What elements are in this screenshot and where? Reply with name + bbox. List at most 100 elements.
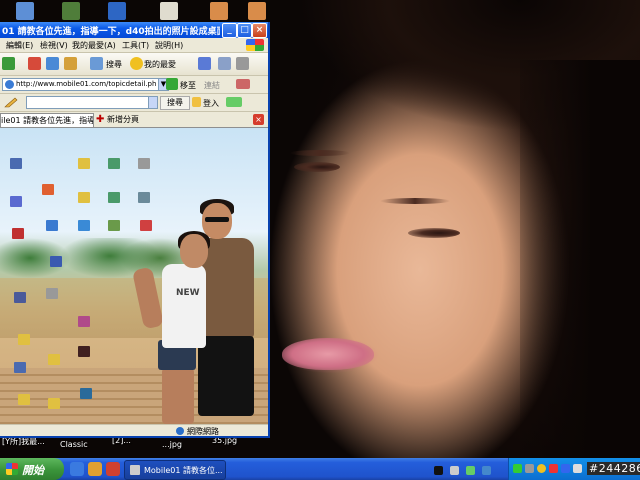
photo-desktop-icon (14, 292, 26, 303)
toolbar-search-input[interactable] (26, 96, 154, 109)
title-bar[interactable]: 01 請教各位先進，指導一下，d40拍出的照片設成桌面，會... _ □ × (0, 22, 268, 38)
search-icon[interactable] (90, 57, 103, 70)
photo-desktop-icon (80, 388, 92, 399)
desktop-label[interactable]: ...jpg (162, 440, 182, 449)
print-icon[interactable] (236, 57, 249, 70)
menu-favorites[interactable]: 我的最愛(A) (72, 40, 116, 51)
photo-desktop-icon (138, 192, 150, 203)
history-icon[interactable] (198, 57, 211, 70)
home-icon[interactable] (64, 57, 77, 70)
page-content-photo: NEW (0, 128, 268, 424)
address-text: http://www.mobile01.com/topicdetail.php?… (16, 80, 156, 88)
photo-desktop-icon (12, 228, 24, 239)
wallpaper-eye-right (408, 228, 460, 238)
pencil-icon[interactable] (4, 97, 18, 108)
photo-woman-legs (162, 368, 194, 424)
desktop-icon-3[interactable] (108, 2, 126, 20)
photo-woman-shirt (162, 264, 206, 348)
favorites-star-icon[interactable] (130, 57, 143, 70)
photo-desktop-icon (14, 362, 26, 373)
menu-edit[interactable]: 編輯(E) (6, 40, 33, 51)
desktop-icon-6[interactable] (248, 2, 266, 20)
tab-active[interactable]: ile01 請教各位先進，指導... (0, 113, 94, 127)
toolbar: 搜尋 我的最愛 (0, 53, 268, 76)
menu-tools[interactable]: 工具(T) (122, 40, 149, 51)
start-button[interactable]: 開始 (0, 458, 64, 480)
desktop-icon-4[interactable] (160, 2, 178, 20)
toolbar-extra-icon[interactable] (226, 97, 242, 107)
windows-logo-icon (246, 39, 264, 51)
photo-desktop-icon (108, 220, 120, 231)
minimize-button[interactable]: _ (222, 23, 237, 38)
links-label[interactable]: 連結 (204, 80, 220, 91)
desktop-icon-1[interactable] (16, 2, 34, 20)
wallpaper-brow-left (290, 150, 350, 156)
login-button[interactable]: 登入 (203, 98, 219, 109)
photo-desktop-icon (108, 158, 120, 169)
photo-woman-head (180, 234, 208, 268)
system-tray: #244286 (508, 458, 640, 480)
tray-icon[interactable] (466, 466, 475, 475)
new-tab-button[interactable]: ✚ 新增分頁 (96, 114, 146, 126)
taskbar: 開始 Mobile01 請教各位... #244286 (0, 458, 640, 480)
favorites-button[interactable]: 我的最愛 (144, 59, 176, 70)
forward-icon[interactable] (2, 57, 15, 70)
status-bar: 網際網路 (0, 424, 268, 436)
photo-folder-icon (48, 398, 60, 409)
address-bar: http://www.mobile01.com/topicdetail.php?… (0, 76, 268, 94)
quicklaunch-ie-icon[interactable] (70, 462, 84, 476)
photo-folder-icon (78, 192, 90, 203)
extension-icon[interactable] (236, 79, 250, 89)
photo-folder-icon (78, 158, 90, 169)
tray-icon[interactable] (450, 466, 459, 475)
close-tab-button[interactable]: × (253, 114, 264, 125)
menu-help[interactable]: 說明(H) (155, 40, 183, 51)
msn-icon[interactable] (537, 464, 546, 473)
photo-desktop-icon (10, 196, 22, 207)
close-button[interactable]: × (252, 23, 267, 38)
photo-man-legs (198, 336, 254, 416)
go-button[interactable]: 移至 (180, 80, 196, 91)
taskbar-item-label: Mobile01 請教各位... (144, 466, 223, 475)
stop-icon[interactable] (28, 57, 41, 70)
login-icon[interactable] (192, 97, 201, 107)
tray-icon[interactable] (549, 464, 558, 473)
tray-icon[interactable] (482, 466, 491, 475)
photo-desktop-icon (10, 158, 22, 169)
photo-desktop-icon (46, 288, 58, 299)
start-label: 開始 (22, 464, 44, 477)
toolbar-search-dropdown[interactable] (148, 96, 158, 109)
quicklaunch-icon[interactable] (106, 462, 120, 476)
search-button[interactable]: 搜尋 (106, 59, 122, 70)
internet-zone-icon (176, 427, 184, 435)
desktop-icon-5[interactable] (210, 2, 228, 20)
wallpaper-hair-side (520, 60, 640, 458)
menu-bar: 編輯(E) 檢視(V) 我的最愛(A) 工具(T) 說明(H) (0, 38, 268, 53)
photo-desktop-icon (78, 346, 90, 357)
volume-icon[interactable] (573, 464, 582, 473)
go-arrow-icon[interactable] (166, 78, 178, 90)
toolbar-search-button[interactable]: 搜尋 (160, 96, 190, 110)
photo-folder-icon (48, 354, 60, 365)
quicklaunch-icon[interactable] (88, 462, 102, 476)
tray-icon[interactable] (434, 466, 443, 475)
maximize-button[interactable]: □ (237, 23, 252, 38)
menu-view[interactable]: 檢視(V) (40, 40, 68, 51)
search-toolbar: 搜尋 登入 (0, 94, 268, 112)
desktop-icon-2[interactable] (62, 2, 80, 20)
photo-desktop-icon (138, 158, 150, 169)
refresh-icon[interactable] (46, 57, 59, 70)
wallpaper-brow-right (380, 198, 450, 204)
address-input[interactable]: http://www.mobile01.com/topicdetail.php?… (2, 78, 160, 91)
desktop-label[interactable]: Classic (60, 440, 88, 449)
photo-desktop-icon (46, 220, 58, 231)
network-icon[interactable] (561, 464, 570, 473)
status-zone-text: 網際網路 (187, 427, 219, 436)
tray-icon[interactable] (513, 464, 522, 473)
browser-window: 01 請教各位先進，指導一下，d40拍出的照片設成桌面，會... _ □ × 編… (0, 22, 270, 438)
windows-logo-icon (6, 463, 18, 475)
mail-icon[interactable] (218, 57, 231, 70)
taskbar-item-browser[interactable]: Mobile01 請教各位... (124, 460, 226, 480)
tray-icon[interactable] (525, 464, 534, 473)
toolbar-icons (434, 460, 504, 478)
